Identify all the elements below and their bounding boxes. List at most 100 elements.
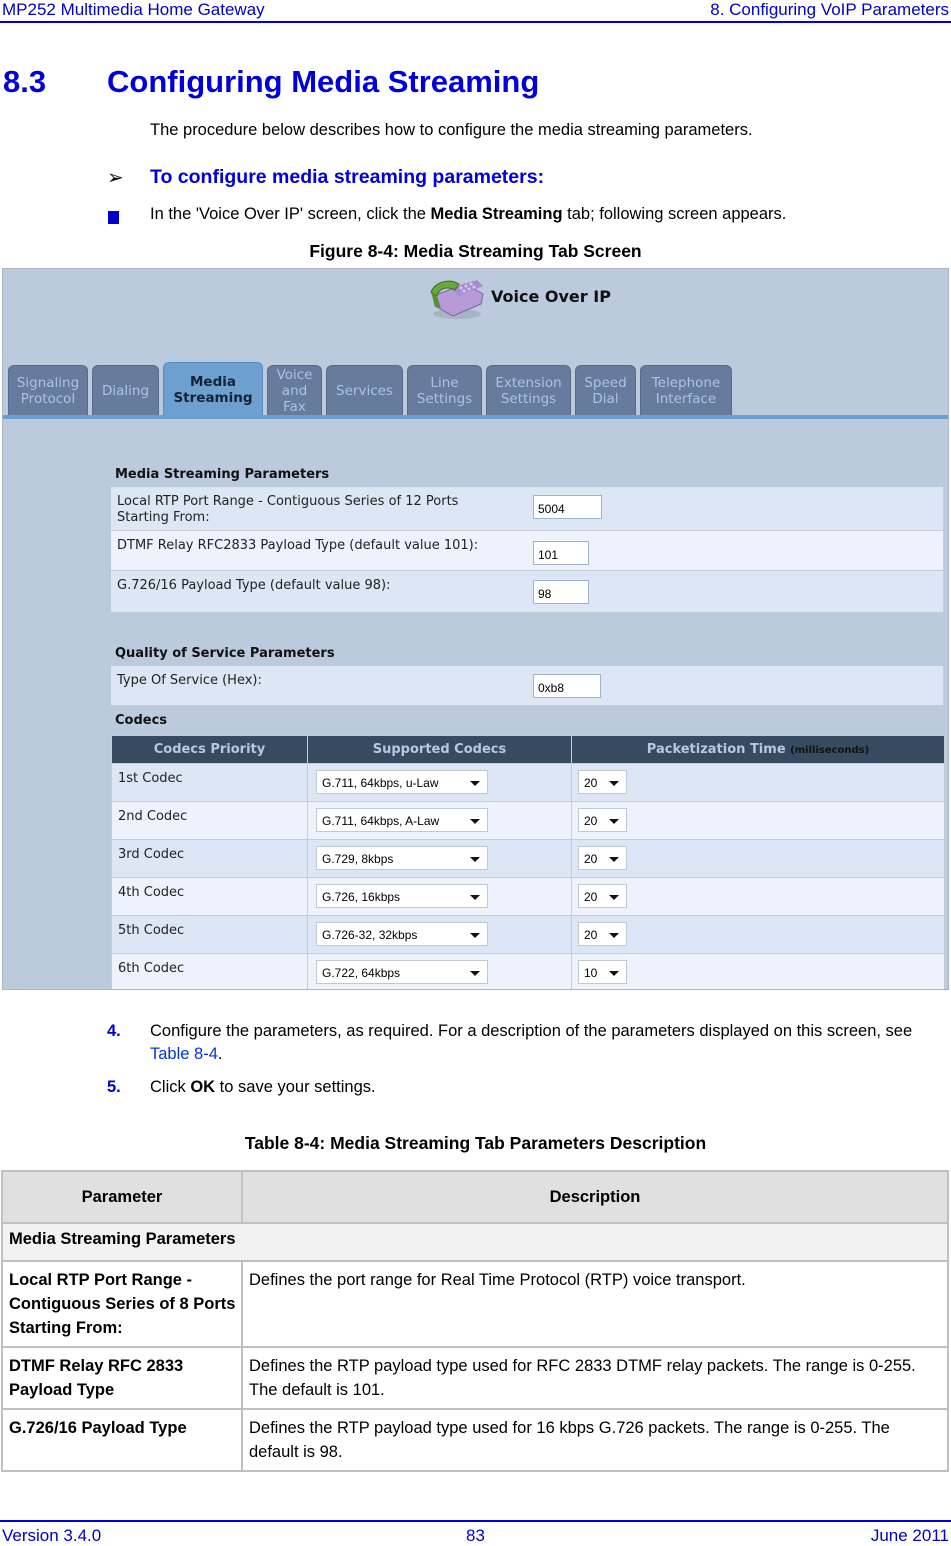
parameter-description: Defines the RTP payload type used for 16… bbox=[241, 1408, 949, 1472]
group-header: Media Streaming Parameters bbox=[1, 1222, 949, 1262]
ptime-select[interactable]: 20 bbox=[578, 770, 627, 794]
procedure-title: To configure media streaming parameters: bbox=[150, 166, 545, 188]
chevron-down-icon bbox=[609, 933, 619, 938]
tab-services[interactable]: Services bbox=[326, 365, 403, 416]
tab-extension-settings[interactable]: Extension Settings bbox=[486, 365, 571, 416]
table-row: Local RTP Port Range - Contiguous Series… bbox=[1, 1260, 949, 1348]
bullet-suffix: tab; following screen appears. bbox=[562, 205, 787, 223]
chevron-down-icon bbox=[609, 781, 619, 786]
figure-caption: Figure 8-4: Media Streaming Tab Screen bbox=[309, 241, 642, 261]
tab-telephone-interface[interactable]: Telephone Interface bbox=[640, 365, 732, 416]
codec-priority: 6th Codec bbox=[111, 953, 308, 989]
qos-heading: Quality of Service Parameters bbox=[115, 646, 335, 661]
codec-row: 6th Codec G.722, 64kbps 10 bbox=[111, 953, 945, 989]
table-row: G.726/16 Payload Type Defines the RTP pa… bbox=[1, 1408, 949, 1472]
parameter-name: G.726/16 Payload Type bbox=[1, 1408, 243, 1472]
g726-label: G.726/16 Payload Type (default value 98)… bbox=[117, 578, 391, 593]
table-row: DTMF Relay RFC 2833 Payload Type Defines… bbox=[1, 1346, 949, 1410]
codec-row: 4th Codec G.726, 16kbps 20 bbox=[111, 877, 945, 916]
codec-priority: 5th Codec bbox=[111, 915, 308, 954]
media-streaming-screenshot: Voice Over IP Signaling Protocol Dialing … bbox=[2, 268, 949, 990]
bullet-text: In the 'Voice Over IP' screen, click the… bbox=[150, 205, 786, 224]
chevron-down-icon bbox=[609, 895, 619, 900]
codec-priority: 2nd Codec bbox=[111, 801, 308, 840]
g726-row: G.726/16 Payload Type (default value 98)… bbox=[111, 571, 944, 613]
intro-text: The procedure below describes how to con… bbox=[150, 121, 753, 139]
table-link[interactable]: Table 8-4 bbox=[150, 1045, 218, 1063]
tab-media-streaming[interactable]: Media Streaming bbox=[163, 362, 263, 416]
tab-dialing[interactable]: Dialing bbox=[92, 365, 159, 416]
codec-row: 5th Codec G.726-32, 32kbps 20 bbox=[111, 915, 945, 954]
codec-row: 2nd Codec G.711, 64kbps, A-Law 20 bbox=[111, 801, 945, 840]
bullet-prefix: In the 'Voice Over IP' screen, click the bbox=[150, 205, 431, 223]
section-title: Configuring Media Streaming bbox=[107, 64, 540, 99]
step-number: 5. bbox=[107, 1078, 121, 1096]
col-parameter: Parameter bbox=[1, 1170, 243, 1224]
telephone-icon bbox=[430, 280, 484, 319]
procedure-arrow-icon: ➢ bbox=[107, 167, 124, 189]
rtp-port-label: Local RTP Port Range - Contiguous Series… bbox=[117, 494, 459, 525]
step-text: Click OK to save your settings. bbox=[150, 1078, 376, 1096]
square-bullet-icon bbox=[108, 211, 119, 224]
tab-line-settings[interactable]: Line Settings bbox=[407, 365, 482, 416]
ptime-select[interactable]: 20 bbox=[578, 922, 627, 946]
ptime-select[interactable]: 20 bbox=[578, 846, 627, 870]
codec-select[interactable]: G.726, 16kbps bbox=[316, 884, 488, 908]
header-product: MP252 Multimedia Home Gateway bbox=[2, 0, 265, 19]
codec-select[interactable]: G.726-32, 32kbps bbox=[316, 922, 488, 946]
col-codecs-priority: Codecs Priority bbox=[111, 735, 308, 764]
step-number: 4. bbox=[107, 1022, 121, 1040]
chevron-down-icon bbox=[609, 857, 619, 862]
running-header: MP252 Multimedia Home Gateway 8. Configu… bbox=[0, 0, 951, 23]
tab-voice-and-fax[interactable]: Voice and Fax bbox=[267, 365, 322, 416]
dtmf-label: DTMF Relay RFC2833 Payload Type (default… bbox=[117, 538, 479, 553]
chevron-down-icon bbox=[470, 857, 480, 862]
codec-select[interactable]: G.711, 64kbps, u-Law bbox=[316, 770, 488, 794]
dtmf-payload-input[interactable] bbox=[533, 541, 589, 565]
codecs-table: Codecs Priority Supported Codecs Packeti… bbox=[111, 735, 945, 989]
tab-signaling-protocol[interactable]: Signaling Protocol bbox=[8, 365, 88, 416]
rtp-port-input[interactable] bbox=[533, 495, 602, 519]
chevron-down-icon bbox=[609, 819, 619, 824]
codec-row: 3rd Codec G.729, 8kbps 20 bbox=[111, 839, 945, 878]
codec-select[interactable]: G.729, 8kbps bbox=[316, 846, 488, 870]
running-footer: Version 3.4.0 83 June 2011 bbox=[0, 1520, 951, 1546]
col-supported-codecs: Supported Codecs bbox=[307, 735, 572, 764]
media-streaming-heading: Media Streaming Parameters bbox=[115, 467, 330, 482]
footer-page-number: 83 bbox=[466, 1526, 485, 1545]
screen-title: Voice Over IP bbox=[491, 287, 611, 306]
tab-speed-dial[interactable]: Speed Dial bbox=[575, 365, 636, 416]
parameters-description-table: Parameter Description Media Streaming Pa… bbox=[1, 1170, 949, 1472]
bullet-bold: Media Streaming bbox=[430, 205, 563, 223]
g726-payload-input[interactable] bbox=[533, 580, 589, 604]
chevron-down-icon bbox=[470, 971, 480, 976]
tos-label: Type Of Service (Hex): bbox=[117, 673, 262, 688]
parameter-name: Local RTP Port Range - Contiguous Series… bbox=[1, 1260, 243, 1348]
codec-row: 1st Codec G.711, 64kbps, u-Law 20 bbox=[111, 763, 945, 802]
footer-date: June 2011 bbox=[870, 1526, 949, 1545]
table-caption: Table 8-4: Media Streaming Tab Parameter… bbox=[244, 1133, 707, 1153]
codec-priority: 3rd Codec bbox=[111, 839, 308, 878]
header-chapter: 8. Configuring VoIP Parameters bbox=[710, 0, 949, 19]
codecs-heading: Codecs bbox=[115, 713, 168, 728]
codec-select[interactable]: G.711, 64kbps, A-Law bbox=[316, 808, 488, 832]
parameter-description: Defines the RTP payload type used for RF… bbox=[241, 1346, 949, 1410]
parameter-name: DTMF Relay RFC 2833 Payload Type bbox=[1, 1346, 243, 1410]
parameter-description: Defines the port range for Real Time Pro… bbox=[241, 1260, 949, 1348]
codec-priority: 4th Codec bbox=[111, 877, 308, 916]
ptime-select[interactable]: 10 bbox=[578, 960, 627, 984]
section-number: 8.3 bbox=[3, 64, 47, 99]
col-packetization-time: Packetization Time (milliseconds) bbox=[571, 735, 945, 764]
chevron-down-icon bbox=[470, 895, 480, 900]
codec-priority: 1st Codec bbox=[111, 763, 308, 802]
tab-underline bbox=[3, 415, 948, 419]
chevron-down-icon bbox=[470, 819, 480, 824]
chevron-down-icon bbox=[470, 781, 480, 786]
step-text: Configure the parameters, as required. F… bbox=[150, 1022, 913, 1063]
tos-row: Type Of Service (Hex): bbox=[111, 666, 944, 706]
tos-input[interactable] bbox=[533, 674, 601, 698]
ptime-select[interactable]: 20 bbox=[578, 808, 627, 832]
rtp-port-row: Local RTP Port Range - Contiguous Series… bbox=[111, 487, 944, 531]
codec-select[interactable]: G.722, 64kbps bbox=[316, 960, 488, 984]
ptime-select[interactable]: 20 bbox=[578, 884, 627, 908]
